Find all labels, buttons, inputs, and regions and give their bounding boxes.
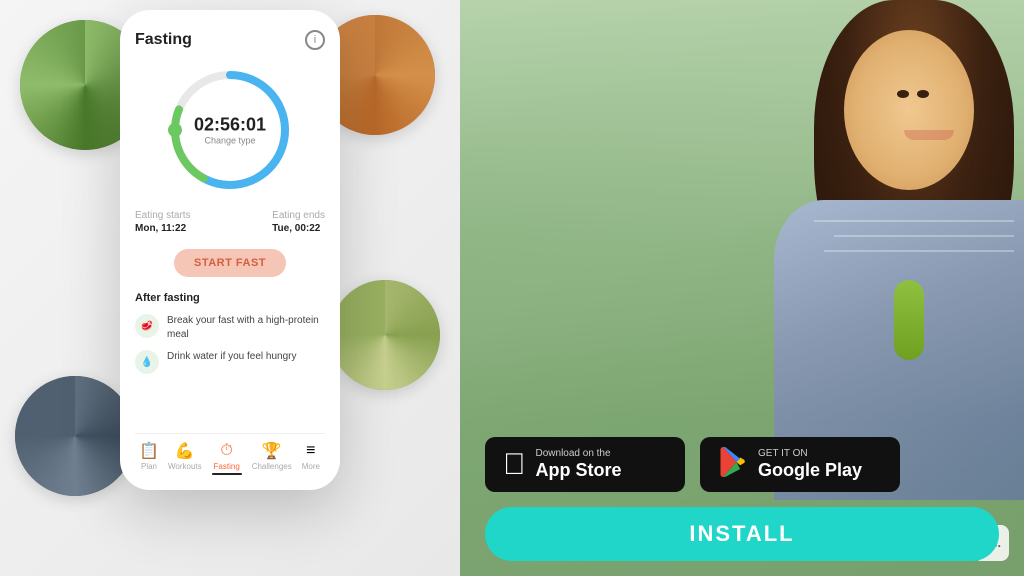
nav-challenges[interactable]: 🏆 Challenges [252,442,292,475]
more-icon: ≡ [302,442,320,460]
phone-title: Fasting [135,31,192,49]
nav-more[interactable]: ≡ More [302,442,320,475]
nav-plan[interactable]: 📋 Plan [140,442,158,475]
google-play-top-text: GET IT ON [758,448,862,460]
after-fasting-title: After fasting [135,292,325,304]
google-play-main-text: Google Play [758,460,862,482]
plan-icon: 📋 [140,442,158,460]
nav-plan-label: Plan [141,462,157,471]
timer-container: 02:56:01 Change type [135,65,325,195]
eating-starts-value: Mon, 11:22 [135,223,186,234]
after-fasting-section: After fasting 🥩 Break your fast with a h… [135,292,325,433]
change-type-label: Change type [194,136,266,146]
app-store-button[interactable]:  Download on the App Store [485,437,685,492]
left-panel: Fasting i [0,0,460,576]
install-button[interactable]: INSTALL [485,507,999,561]
timer-circle: 02:56:01 Change type [165,65,295,195]
app-store-top-text: Download on the [536,448,622,460]
nav-more-label: More [302,462,320,471]
eating-ends-label: Eating ends [272,210,325,221]
fasting-icon: ⏱ [218,442,236,460]
fasting-tip-1: 🥩 Break your fast with a high-protein me… [135,314,325,342]
app-store-main-text: App Store [536,460,622,482]
food-circle-shrimp [330,280,440,390]
eating-ends: Eating ends Tue, 00:22 [272,210,325,234]
main-container: Fasting i [0,0,1024,576]
timer-display: 02:56:01 [194,115,266,136]
phone-nav: 📋 Plan 💪 Workouts ⏱ Fasting 🏆 Chal [135,433,325,480]
phone-mockup: Fasting i [120,10,340,490]
nav-fasting[interactable]: ⏱ Fasting [212,442,242,475]
google-play-button[interactable]: GET IT ON Google Play [700,437,900,492]
workouts-icon: 💪 [176,442,194,460]
eating-ends-value: Tue, 00:22 [272,223,320,234]
tip-icon-2: 💧 [135,350,159,374]
app-store-text: Download on the App Store [536,448,622,482]
google-play-text: GET IT ON Google Play [758,448,862,482]
eating-starts: Eating starts Mon, 11:22 [135,210,191,234]
eating-starts-label: Eating starts [135,210,191,221]
start-fast-button[interactable]: START FAST [174,249,286,277]
food-circle-avocado [15,376,135,496]
fasting-tip-2: 💧 Drink water if you feel hungry [135,350,325,374]
nav-workouts[interactable]: 💪 Workouts [168,442,202,475]
nav-workouts-label: Workouts [168,462,202,471]
tip-icon-1: 🥩 [135,314,159,338]
nav-challenges-label: Challenges [252,462,292,471]
challenges-icon: 🏆 [263,442,281,460]
info-icon: i [305,30,325,50]
tip-text-2: Drink water if you feel hungry [167,350,297,364]
right-panel:  Download on the App Store [460,0,1024,576]
nav-fasting-label: Fasting [214,462,240,471]
store-buttons:  Download on the App Store [485,437,999,492]
eating-schedule: Eating starts Mon, 11:22 Eating ends Tue… [135,210,325,234]
google-play-icon [718,447,748,482]
apple-icon:  [503,448,526,482]
tip-text-1: Break your fast with a high-protein meal [167,314,325,342]
